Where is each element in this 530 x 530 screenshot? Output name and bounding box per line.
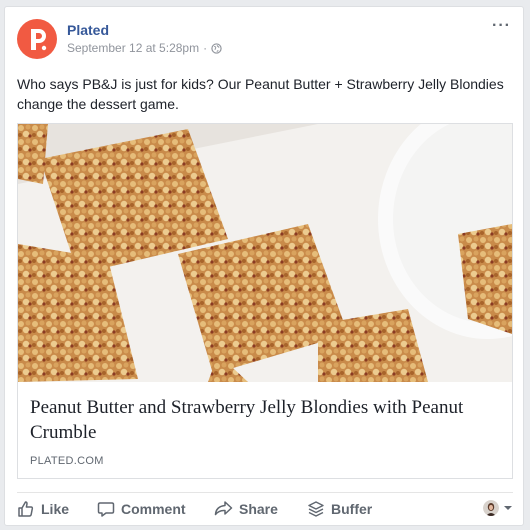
post-message: Who says PB&J is just for kids? Our Pean…	[17, 76, 504, 112]
more-options-button[interactable]: ···	[492, 17, 511, 35]
buffer-button[interactable]: Buffer	[307, 500, 372, 518]
share-arrow-icon	[214, 500, 233, 518]
comment-button[interactable]: Comment	[97, 500, 186, 518]
link-preview[interactable]: Peanut Butter and Strawberry Jelly Blond…	[17, 123, 513, 479]
link-info[interactable]: Peanut Butter and Strawberry Jelly Blond…	[18, 382, 512, 478]
like-button[interactable]: Like	[17, 500, 69, 518]
share-label: Share	[239, 501, 278, 517]
page-name-link[interactable]: Plated	[67, 22, 109, 38]
link-title[interactable]: Peanut Butter and Strawberry Jelly Blond…	[30, 395, 500, 445]
action-bar: Like Comment Share Buffer	[17, 496, 513, 524]
like-label: Like	[41, 501, 70, 517]
share-button[interactable]: Share	[214, 500, 278, 518]
link-preview-image[interactable]	[18, 124, 512, 382]
post-timestamp[interactable]: September 12 at 5:28pm	[67, 41, 199, 55]
post-card: Plated September 12 at 5:28pm · ··· Who …	[4, 6, 524, 526]
plated-logo	[17, 19, 57, 59]
link-domain: PLATED.COM	[30, 455, 104, 467]
audience-selector[interactable]	[483, 500, 513, 516]
thumbs-up-icon	[17, 500, 35, 518]
post-meta: September 12 at 5:28pm ·	[67, 41, 222, 55]
page-avatar[interactable]	[17, 19, 57, 59]
comment-bubble-icon	[97, 500, 115, 518]
buffer-stack-icon	[307, 500, 325, 518]
globe-icon[interactable]	[211, 42, 222, 54]
user-avatar	[483, 500, 499, 516]
buffer-label: Buffer	[331, 501, 373, 517]
comment-label: Comment	[121, 501, 186, 517]
caret-down-icon	[503, 503, 513, 513]
meta-separator: ·	[203, 41, 208, 55]
actions-divider	[17, 492, 513, 493]
